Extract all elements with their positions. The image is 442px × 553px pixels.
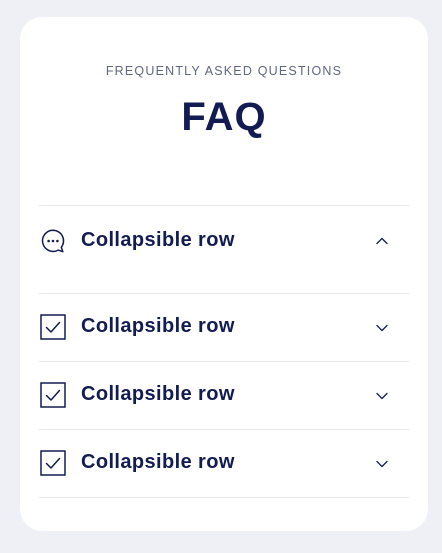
- chevron-down-icon[interactable]: [374, 456, 390, 472]
- checkbox-icon: [40, 450, 66, 476]
- faq-title: FAQ: [181, 95, 267, 139]
- collapsible-row-label: Collapsible row: [81, 451, 235, 473]
- collapsible-row-label: Collapsible row: [81, 315, 235, 337]
- chevron-up-icon[interactable]: [374, 233, 390, 249]
- collapsible-row-label: Collapsible row: [81, 383, 235, 405]
- collapsible-row-2[interactable]: Collapsible row: [39, 294, 409, 361]
- chevron-down-icon[interactable]: [374, 388, 390, 404]
- checkbox-icon: [40, 314, 66, 340]
- chevron-down-icon[interactable]: [374, 320, 390, 336]
- checkbox-icon: [40, 382, 66, 408]
- chat-bubble-icon: [40, 228, 66, 254]
- collapsible-row-label: Collapsible row: [81, 229, 235, 251]
- collapsible-row-1[interactable]: Collapsible row: [39, 206, 409, 293]
- divider: [39, 497, 409, 498]
- collapsible-row-3[interactable]: Collapsible row: [39, 362, 409, 429]
- faq-list: Collapsible row Collapsible row Collapsi…: [39, 205, 409, 498]
- faq-card: FREQUENTLY ASKED QUESTIONS FAQ Collapsib…: [20, 17, 428, 531]
- collapsible-row-4[interactable]: Collapsible row: [39, 430, 409, 497]
- faq-eyebrow: FREQUENTLY ASKED QUESTIONS: [105, 64, 343, 78]
